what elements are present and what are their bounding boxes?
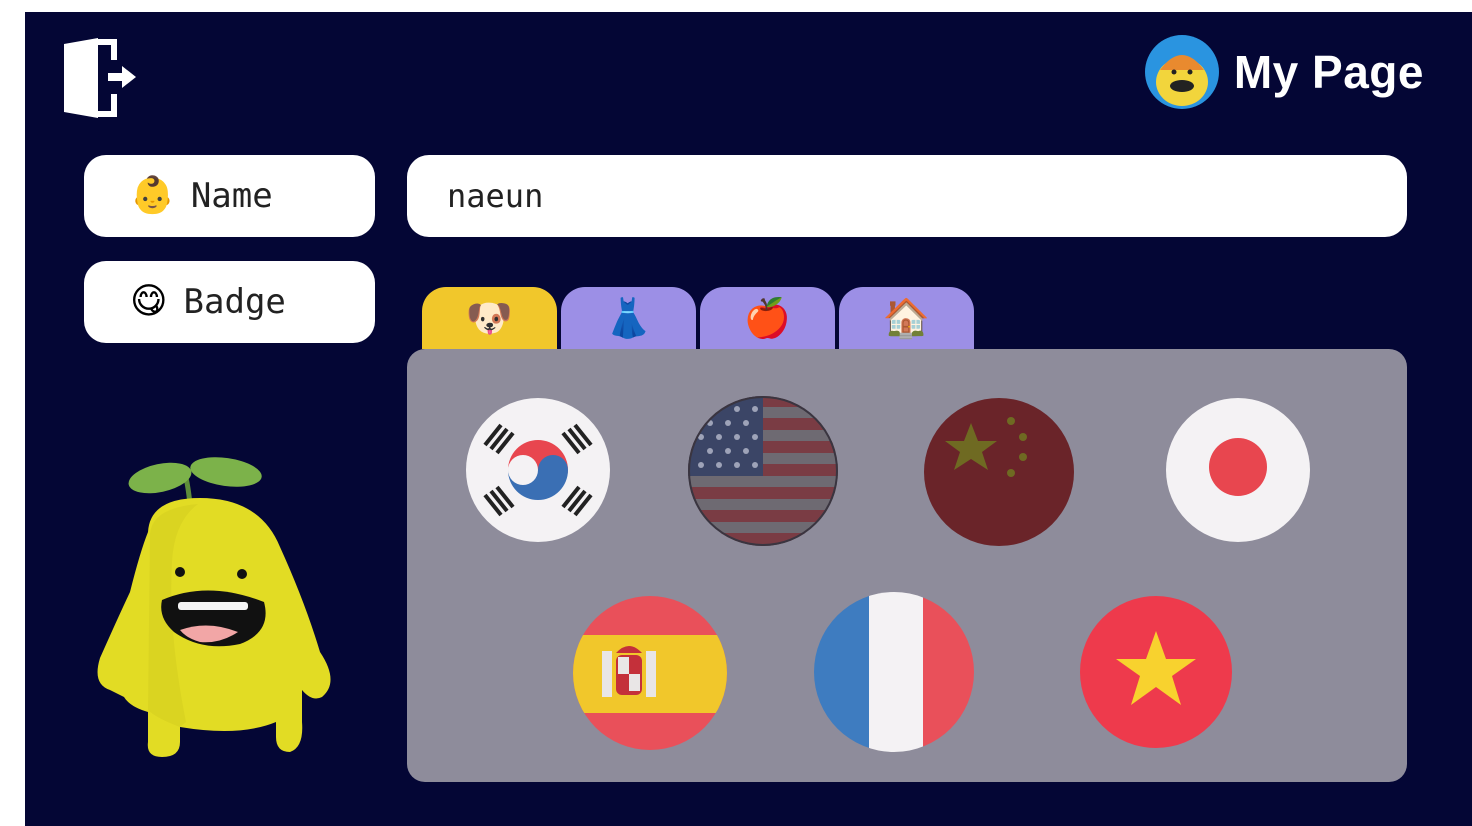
vietnam-flag-icon xyxy=(1080,596,1232,748)
badge-south-korea[interactable] xyxy=(465,397,611,543)
badge-spain[interactable] xyxy=(572,595,728,751)
user-avatar-icon[interactable] xyxy=(1144,34,1220,110)
page-header: My Page xyxy=(1144,34,1424,110)
japan-flag-icon xyxy=(1166,398,1310,542)
name-label-pill: 👶 Name xyxy=(84,155,375,237)
yum-face-icon: 😋 xyxy=(130,281,168,322)
badge-button[interactable]: 😋 Badge xyxy=(84,261,375,343)
badge-usa[interactable] xyxy=(687,395,839,547)
sprout-monster-icon xyxy=(97,457,331,757)
badge-china[interactable] xyxy=(923,397,1075,547)
badge-label: Badge xyxy=(183,282,286,322)
badge-japan[interactable] xyxy=(1165,397,1311,543)
baby-face-icon: 👶 xyxy=(130,175,175,216)
logout-door-icon xyxy=(64,38,136,118)
house-icon: 🏠 xyxy=(882,295,931,340)
tab-food[interactable]: 🍎 xyxy=(700,287,835,349)
spain-flag-icon xyxy=(573,596,727,750)
badge-france[interactable] xyxy=(813,591,975,753)
left-edge-divider xyxy=(14,0,18,826)
china-flag-icon xyxy=(924,398,1074,546)
badge-vietnam[interactable] xyxy=(1079,595,1233,749)
name-input[interactable] xyxy=(407,155,1407,237)
page-title: My Page xyxy=(1233,46,1424,98)
tab-clothes[interactable]: 👗 xyxy=(561,287,696,349)
usa-flag-icon xyxy=(688,396,838,546)
tab-animals[interactable]: 🐶 xyxy=(422,287,557,349)
tab-places[interactable]: 🏠 xyxy=(839,287,974,349)
name-label: Name xyxy=(190,176,273,216)
dress-icon: 👗 xyxy=(604,295,653,340)
badge-grid-panel xyxy=(407,349,1407,782)
mascot-character xyxy=(90,452,340,772)
logout-button[interactable] xyxy=(58,36,142,120)
badge-category-tabs: 🐶 👗 🍎 🏠 xyxy=(422,287,978,349)
apple-icon: 🍎 xyxy=(743,295,792,340)
south-korea-flag-icon xyxy=(466,398,610,542)
dog-face-icon: 🐶 xyxy=(465,295,514,340)
france-flag-icon xyxy=(814,592,974,752)
